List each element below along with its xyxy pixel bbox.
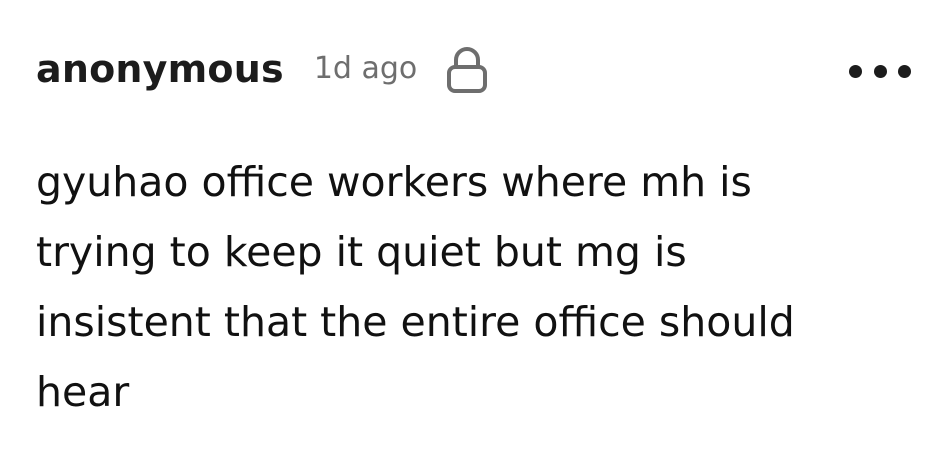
more-options-icon	[873, 64, 887, 78]
post-timestamp: 1d ago	[313, 51, 418, 86]
more-options-icon	[898, 64, 911, 78]
post-header: anonymous 1d ago	[36, 44, 489, 94]
more-options-icon	[849, 64, 862, 78]
more-options-button[interactable]	[849, 61, 911, 81]
author-name[interactable]: anonymous	[36, 44, 284, 94]
lock-icon	[445, 47, 489, 95]
post-body: gyuhao office workers where mh is trying…	[36, 158, 795, 416]
post-card: anonymous 1d ago gyuhao office workers w…	[0, 0, 945, 449]
